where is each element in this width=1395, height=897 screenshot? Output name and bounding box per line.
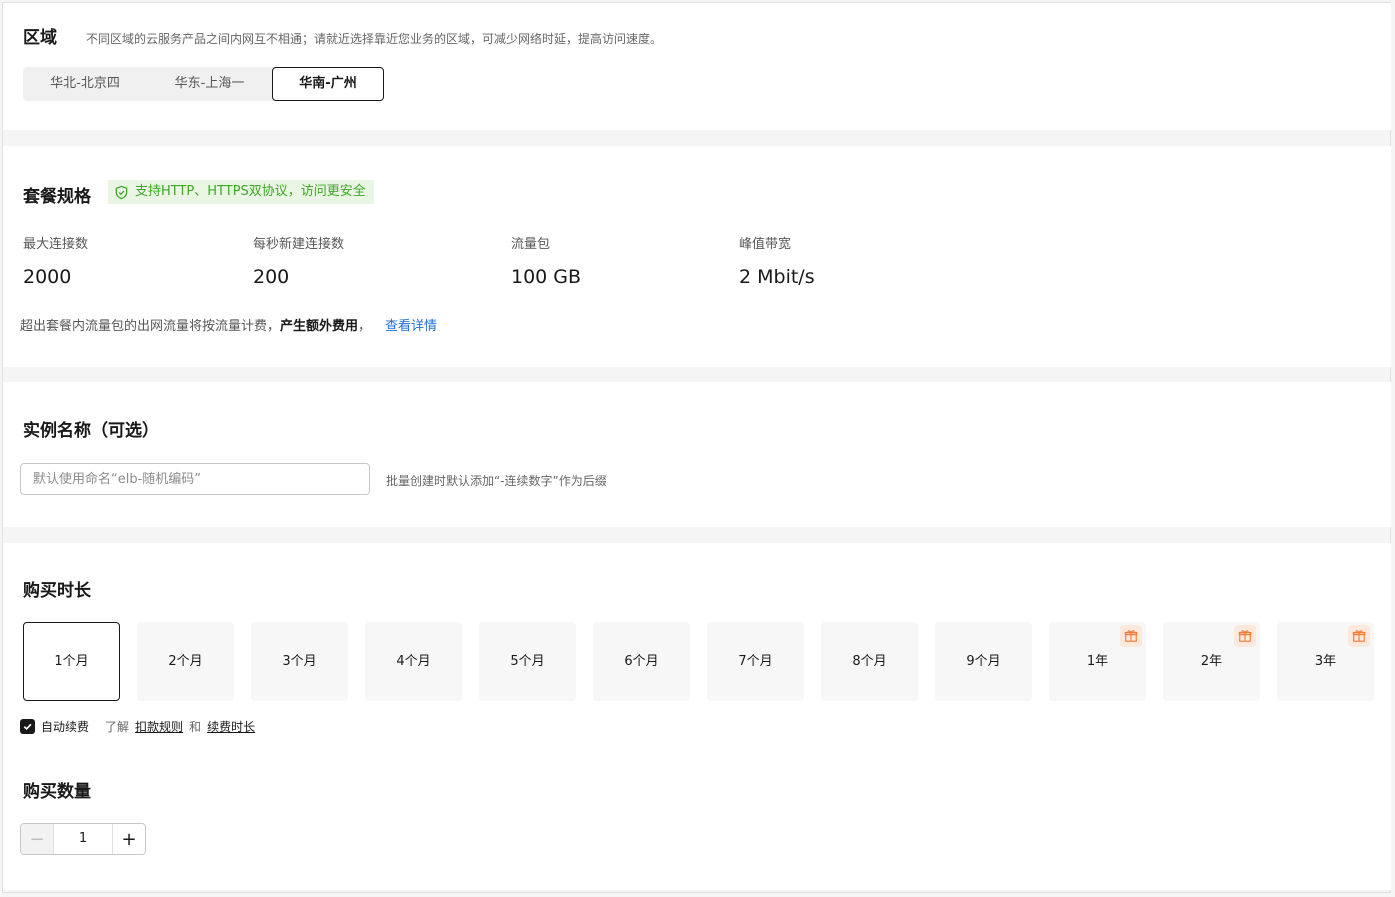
gift-icon	[1120, 625, 1142, 647]
region-title: 区域	[23, 28, 57, 48]
region-selector: 华北-北京四 华东-上海一 华南-广州	[23, 67, 384, 101]
spec-value: 2000	[23, 266, 72, 288]
duration-option-6-months[interactable]: 6个月	[593, 622, 690, 701]
instance-name-section: 实例名称（可选）	[3, 382, 1391, 527]
gift-icon	[1234, 625, 1256, 647]
duration-label: 2年	[1200, 654, 1223, 669]
renewal-duration-link[interactable]: 续费时长	[207, 718, 255, 735]
learn-text: 了解	[105, 720, 130, 734]
deduction-rules-link[interactable]: 扣款规则	[135, 718, 183, 735]
duration-option-8-months[interactable]: 8个月	[821, 622, 918, 701]
note-suffix: ，	[358, 319, 372, 334]
instance-name-hint: 批量创建时默认添加“-连续数字”作为后缀	[386, 474, 607, 488]
instance-name-title: 实例名称（可选）	[23, 421, 159, 441]
note-prefix: 超出套餐内流量包的出网流量将按流量计费，	[20, 319, 281, 334]
duration-option-1-year[interactable]: 1年	[1049, 622, 1146, 701]
spec-label: 峰值带宽	[739, 237, 792, 252]
duration-label: 1年	[1086, 654, 1109, 669]
duration-option-9-months[interactable]: 9个月	[935, 622, 1032, 701]
instance-name-input[interactable]	[20, 463, 370, 495]
traffic-billing-note: 超出套餐内流量包的出网流量将按流量计费，产生额外费用， 查看详情	[20, 315, 437, 334]
protocol-badge-text: 支持HTTP、HTTPS双协议，访问更安全	[135, 184, 366, 199]
duration-label: 3年	[1314, 654, 1337, 669]
duration-option-3-months[interactable]: 3个月	[251, 622, 348, 701]
region-option-east-shanghai1[interactable]: 华东-上海一	[147, 67, 272, 101]
spec-label: 每秒新建连接数	[253, 237, 345, 252]
duration-label: 6个月	[624, 654, 659, 669]
spec-new-connections: 每秒新建连接数 200	[253, 233, 344, 288]
duration-label: 1个月	[54, 654, 89, 669]
auto-renew-checkbox[interactable]	[20, 719, 35, 734]
duration-section: 购买时长 购买数量	[3, 543, 1391, 890]
and-text: 和	[189, 720, 202, 734]
region-description: 不同区域的云服务产品之间内网互不相通；请就近选择靠近您业务的区域，可减少网络时延…	[86, 32, 663, 46]
quantity-increase-button[interactable]: +	[112, 824, 145, 854]
spec-value: 2 Mbit/s	[739, 266, 815, 288]
duration-label: 4个月	[396, 654, 431, 669]
note-bold: 产生额外费用	[280, 319, 359, 334]
duration-option-7-months[interactable]: 7个月	[707, 622, 804, 701]
gift-icon	[1348, 625, 1370, 647]
duration-label: 5个月	[510, 654, 545, 669]
spec-value: 100 GB	[511, 266, 582, 288]
region-option-north-beijing4[interactable]: 华北-北京四	[23, 67, 147, 101]
quantity-title: 购买数量	[23, 782, 91, 802]
duration-label: 7个月	[738, 654, 773, 669]
shield-check-icon	[114, 185, 129, 200]
spec-value: 200	[253, 266, 290, 288]
duration-label: 8个月	[852, 654, 887, 669]
quantity-value[interactable]: 1	[54, 824, 112, 854]
region-option-south-guangzhou[interactable]: 华南-广州	[272, 67, 384, 101]
spec-label: 流量包	[511, 237, 551, 252]
spec-max-connections: 最大连接数 2000	[23, 233, 88, 288]
protocol-badge: 支持HTTP、HTTPS双协议，访问更安全	[108, 180, 374, 204]
duration-label: 9个月	[966, 654, 1001, 669]
duration-label: 2个月	[168, 654, 203, 669]
duration-option-3-years[interactable]: 3年	[1277, 622, 1374, 701]
quantity-decrease-button[interactable]: −	[21, 824, 54, 854]
checkmark-icon	[23, 723, 32, 731]
spec-label: 最大连接数	[23, 237, 89, 252]
view-details-link[interactable]: 查看详情	[385, 319, 437, 334]
duration-label: 3个月	[282, 654, 317, 669]
quantity-stepper: − 1 +	[20, 823, 146, 855]
auto-renew-label[interactable]: 自动续费	[41, 718, 89, 735]
duration-option-2-months[interactable]: 2个月	[137, 622, 234, 701]
duration-option-5-months[interactable]: 5个月	[479, 622, 576, 701]
duration-option-1-month[interactable]: 1个月	[23, 622, 120, 701]
spec-peak-bandwidth: 峰值带宽 2 Mbit/s	[739, 233, 815, 288]
auto-renew-row: 自动续费 了解 扣款规则 和 续费时长	[20, 718, 255, 735]
package-title: 套餐规格	[23, 187, 91, 207]
duration-option-4-months[interactable]: 4个月	[365, 622, 462, 701]
spec-traffic-package: 流量包 100 GB	[511, 233, 581, 288]
duration-option-2-years[interactable]: 2年	[1163, 622, 1260, 701]
region-section: 区域 不同区域的云服务产品之间内网互不相通；请就近选择靠近您业务的区域，可减少网…	[3, 3, 1391, 130]
duration-title: 购买时长	[23, 581, 91, 601]
